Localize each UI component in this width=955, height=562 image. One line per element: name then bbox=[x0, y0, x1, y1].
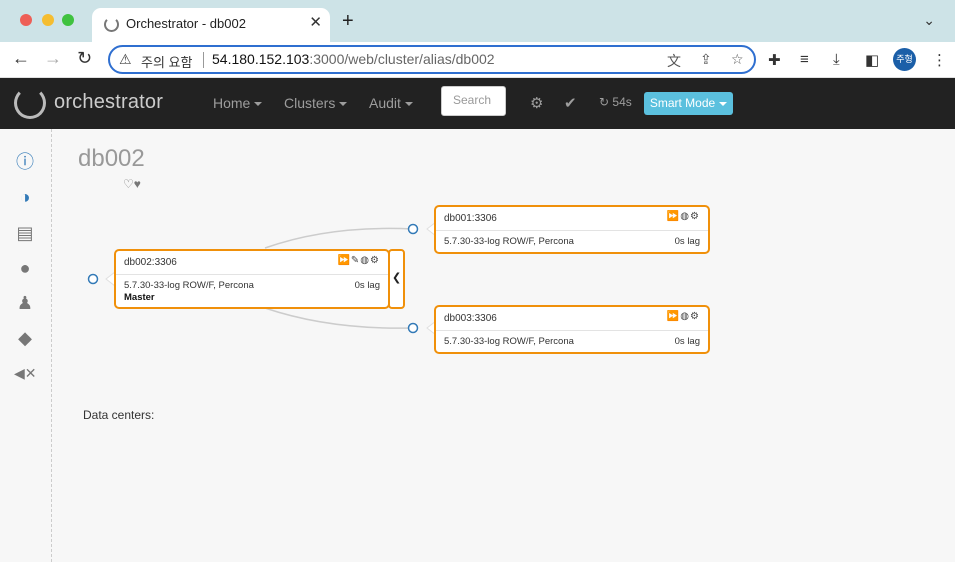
tag-icon[interactable]: ◆ bbox=[14, 327, 36, 349]
instance-tools-icons[interactable]: ⏩◍⚙ bbox=[667, 211, 700, 222]
url-path: :3000/web/cluster/alias/db002 bbox=[309, 51, 495, 67]
instance-name[interactable]: db002:3306 bbox=[124, 257, 177, 268]
nav-menu-clusters-label: Clusters bbox=[284, 95, 336, 111]
instance-box-db001[interactable]: db001:3306 ⏩◍⚙ 5.7.30-33-log ROW/F, Perc… bbox=[434, 205, 710, 254]
close-window-button[interactable] bbox=[20, 14, 32, 26]
drop-icon[interactable]: ● bbox=[14, 257, 36, 279]
user-icon[interactable]: ♟ bbox=[14, 292, 36, 314]
back-arrow-icon[interactable]: ← bbox=[12, 48, 30, 69]
instance-name[interactable]: db003:3306 bbox=[444, 313, 497, 324]
address-separator bbox=[203, 52, 204, 68]
maximize-window-button[interactable] bbox=[62, 14, 74, 26]
auto-refresh-countdown[interactable]: ↻ 54s bbox=[599, 95, 632, 109]
instance-header: db003:3306 ⏩◍⚙ bbox=[436, 307, 708, 331]
orchestrator-favicon-icon bbox=[104, 17, 119, 32]
share-icon[interactable]: ⇪ bbox=[700, 51, 712, 68]
browser-menu-icon[interactable]: ⋮ bbox=[932, 51, 947, 69]
instance-version: 5.7.30-33-log ROW/F, Percona bbox=[444, 236, 574, 247]
nav-menu-home[interactable]: Home bbox=[213, 95, 263, 111]
orchestrator-logo-icon[interactable] bbox=[14, 87, 46, 119]
new-tab-button[interactable]: + bbox=[342, 10, 354, 33]
reload-icon[interactable]: ↻ bbox=[77, 48, 92, 69]
settings-gear-icon[interactable]: ⚙ bbox=[530, 94, 543, 112]
page-title: db002 bbox=[78, 145, 145, 172]
caret-down-icon bbox=[719, 101, 728, 106]
instance-tools-icons[interactable]: ⏩✎◍⚙ bbox=[337, 255, 380, 266]
extensions-puzzle-icon[interactable]: ✚ bbox=[768, 51, 781, 69]
nav-menu-clusters[interactable]: Clusters bbox=[284, 95, 348, 111]
instance-version: 5.7.30-33-log ROW/F, Percona bbox=[124, 280, 254, 291]
contrast-icon[interactable]: ◑ bbox=[14, 186, 36, 208]
link-db002-db001 bbox=[264, 227, 414, 249]
url-text[interactable]: 54.180.152.103:3000/web/cluster/alias/db… bbox=[212, 51, 495, 67]
refresh-countdown-value: 54s bbox=[612, 95, 632, 109]
smart-mode-label: Smart Mode bbox=[649, 96, 716, 110]
instance-header: db002:3306 ⏩✎◍⚙ bbox=[116, 251, 388, 275]
tab-close-icon[interactable]: ✕ bbox=[309, 13, 322, 31]
nav-menu-home-label: Home bbox=[213, 95, 251, 111]
mute-icon[interactable]: ◀✕ bbox=[14, 362, 37, 384]
check-circle-icon[interactable]: ✔ bbox=[564, 94, 577, 112]
browser-tab[interactable]: Orchestrator - db002 ✕ bbox=[92, 8, 330, 42]
url-host: 54.180.152.103 bbox=[212, 51, 310, 67]
replica-db003-circle[interactable] bbox=[407, 322, 419, 334]
chevron-left-icon: ❮ bbox=[392, 272, 402, 284]
search-input[interactable]: Search bbox=[441, 86, 506, 116]
instance-lag: 0s lag bbox=[674, 236, 700, 247]
download-icon[interactable]: ⤓ bbox=[833, 51, 840, 68]
caret-down-icon bbox=[404, 102, 413, 107]
side-panel-icon[interactable]: ◧ bbox=[865, 51, 879, 69]
warning-triangle-icon[interactable]: ⚠ bbox=[119, 51, 132, 68]
media-queue-icon[interactable]: ≡ bbox=[800, 51, 809, 68]
bookmark-star-icon[interactable]: ☆ bbox=[731, 51, 744, 68]
address-bar[interactable]: ⚠ 주의 요함 54.180.152.103:3000/web/cluster/… bbox=[108, 45, 756, 74]
brand-name[interactable]: orchestrator bbox=[54, 91, 163, 114]
master-root-circle[interactable] bbox=[87, 273, 99, 285]
collapse-replicas-button[interactable]: ❮ bbox=[388, 249, 405, 309]
instance-lag: 0s lag bbox=[674, 336, 700, 347]
instance-version: 5.7.30-33-log ROW/F, Percona bbox=[444, 336, 574, 347]
refresh-icon: ↻ bbox=[599, 95, 610, 109]
nav-menu-audit[interactable]: Audit bbox=[369, 95, 413, 111]
cluster-sidebar: ⓘ ◑ ▤ ● ♟ ◆ ◀✕ bbox=[0, 129, 52, 562]
translate-icon[interactable]: 文 bbox=[667, 51, 681, 71]
instance-box-db003[interactable]: db003:3306 ⏩◍⚙ 5.7.30-33-log ROW/F, Perc… bbox=[434, 305, 710, 354]
instance-role: Master bbox=[124, 292, 155, 303]
instance-name[interactable]: db001:3306 bbox=[444, 213, 497, 224]
smart-mode-button[interactable]: Smart Mode bbox=[644, 92, 733, 115]
minimize-window-button[interactable] bbox=[42, 14, 54, 26]
app-navbar: orchestrator Home Clusters Audit Search … bbox=[0, 78, 955, 129]
browser-toolbar: ← → ↻ ⚠ 주의 요함 54.180.152.103:3000/web/cl… bbox=[0, 42, 955, 78]
browser-tab-bar: Orchestrator - db002 ✕ + ⌄ bbox=[0, 0, 955, 42]
instance-header: db001:3306 ⏩◍⚙ bbox=[436, 207, 708, 231]
caret-down-icon bbox=[339, 102, 348, 107]
favorite-hearts-icon[interactable]: ♡♥ bbox=[123, 177, 141, 191]
tab-search-chevron-icon[interactable]: ⌄ bbox=[923, 12, 935, 29]
server-list-icon[interactable]: ▤ bbox=[14, 222, 36, 244]
link-db002-db003 bbox=[264, 307, 414, 329]
security-warning[interactable]: 주의 요함 bbox=[141, 52, 192, 71]
instance-tools-icons[interactable]: ⏩◍⚙ bbox=[667, 311, 700, 322]
instance-lag: 0s lag bbox=[354, 280, 380, 291]
instance-box-db002[interactable]: db002:3306 ⏩✎◍⚙ 5.7.30-33-log ROW/F, Per… bbox=[114, 249, 390, 309]
data-centers-label: Data centers: bbox=[83, 408, 155, 422]
info-icon[interactable]: ⓘ bbox=[14, 151, 36, 173]
forward-arrow-icon[interactable]: → bbox=[44, 48, 62, 69]
nav-menu-audit-label: Audit bbox=[369, 95, 401, 111]
tab-title: Orchestrator - db002 bbox=[126, 16, 246, 31]
profile-avatar[interactable]: 주형 bbox=[893, 48, 916, 71]
caret-down-icon bbox=[254, 102, 263, 107]
replica-db001-circle[interactable] bbox=[407, 223, 419, 235]
